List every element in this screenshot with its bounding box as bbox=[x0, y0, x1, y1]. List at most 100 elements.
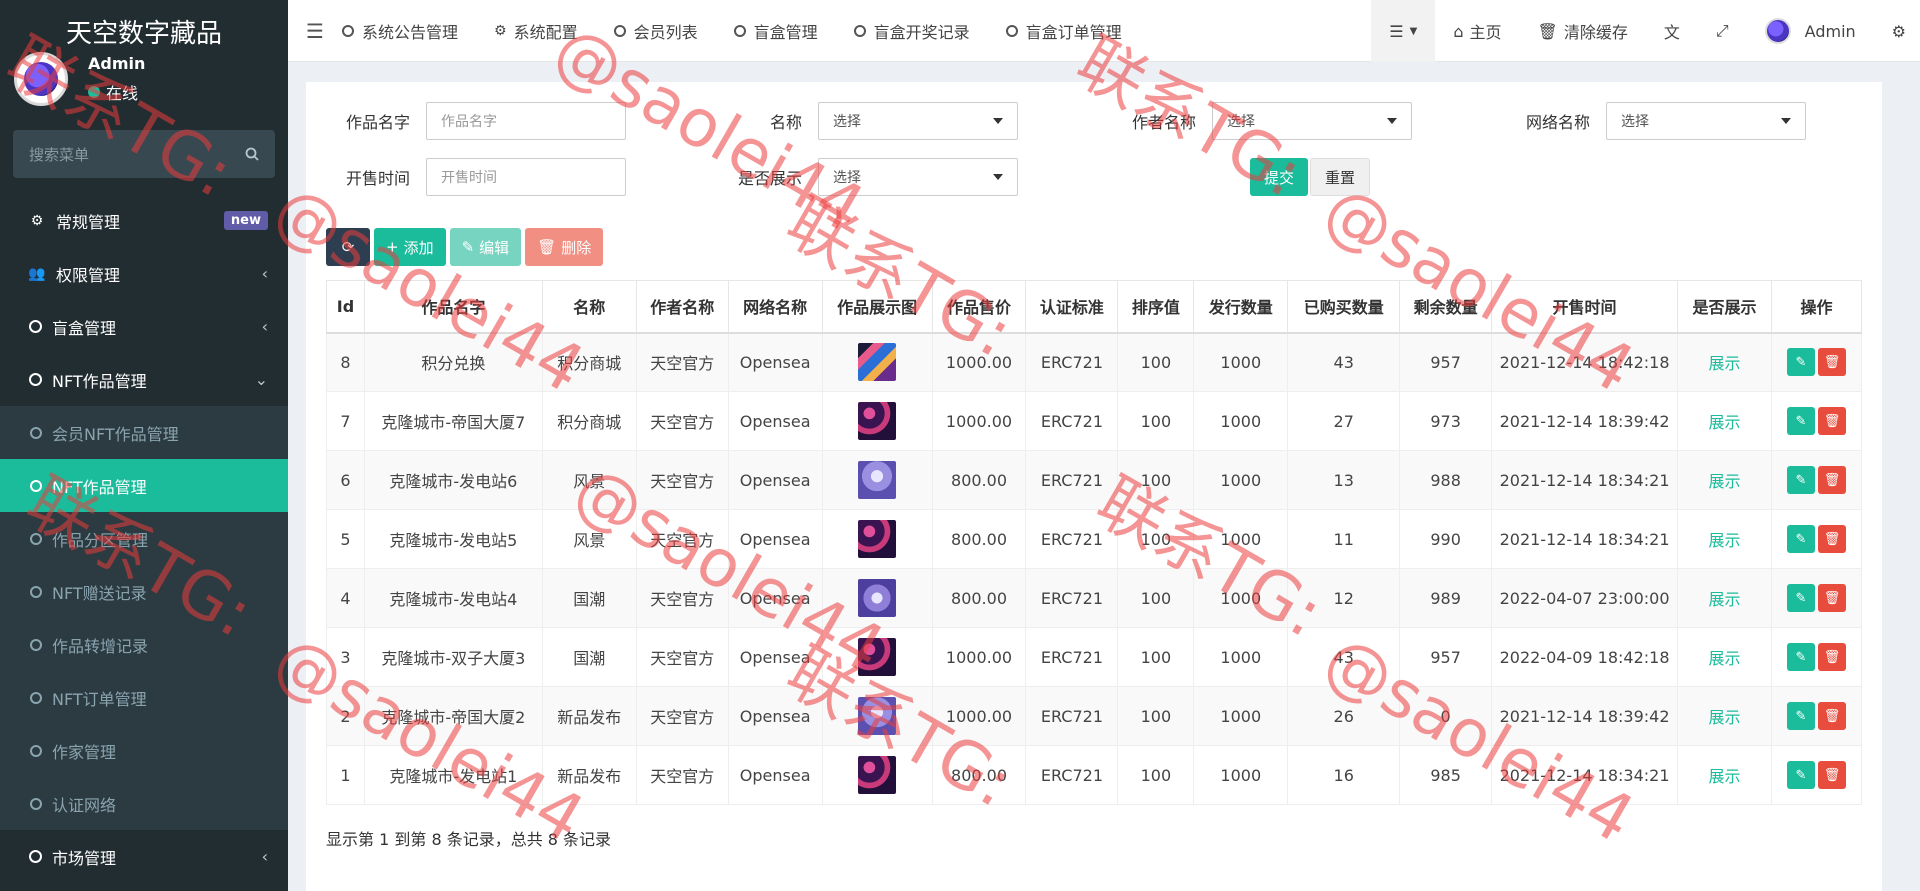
artwork-thumbnail[interactable] bbox=[858, 520, 897, 558]
home-link[interactable]: ⌂ 主页 bbox=[1435, 0, 1519, 62]
row-delete-button[interactable]: 🗑 bbox=[1817, 525, 1846, 553]
row-delete-button[interactable]: 🗑 bbox=[1817, 702, 1846, 730]
table-row[interactable]: 6 克隆城市-发电站6 风景 天空官方 Opensea 800.00 ERC721 100 10… bbox=[326, 450, 1863, 510]
language-button[interactable]: 文 bbox=[1646, 0, 1698, 62]
sidebar-subitem[interactable]: NFT订单管理 bbox=[0, 671, 288, 724]
show-toggle-link[interactable]: 展示 bbox=[1708, 767, 1740, 786]
tab-config[interactable]: ⚙ 系统配置 bbox=[494, 19, 578, 43]
tabs-dropdown-button[interactable]: ☰ ▼ bbox=[1371, 0, 1436, 62]
artwork-thumbnail[interactable] bbox=[858, 697, 897, 735]
row-edit-button[interactable]: ✎ bbox=[1786, 466, 1815, 494]
show-toggle-link[interactable]: 展示 bbox=[1708, 590, 1740, 609]
sidebar-subitem[interactable]: 认证网络 bbox=[0, 777, 288, 830]
table-row[interactable]: 2 克隆城市-帝国大厦2 新品发布 天空官方 Opensea 1000.00 ERC721 1… bbox=[326, 686, 1863, 746]
tab-blindbox-orders[interactable]: 盲盒订单管理 bbox=[1005, 19, 1122, 43]
col-header[interactable]: 开售时间 bbox=[1491, 280, 1679, 334]
artwork-thumbnail[interactable] bbox=[858, 402, 897, 440]
row-edit-button[interactable]: ✎ bbox=[1786, 702, 1815, 730]
col-header[interactable]: Id bbox=[326, 280, 365, 334]
cell-author: 天空官方 bbox=[635, 627, 729, 687]
row-edit-button[interactable]: ✎ bbox=[1786, 525, 1815, 553]
sidebar-search-input[interactable]: 搜索菜单 bbox=[13, 130, 275, 178]
row-delete-button[interactable]: 🗑 bbox=[1817, 407, 1846, 435]
sidebar-item-market[interactable]: 市场管理 ‹ bbox=[0, 830, 288, 883]
table-row[interactable]: 1 克隆城市-发电站1 新品发布 天空官方 Opensea 800.00 ERC721 100… bbox=[326, 745, 1863, 805]
row-edit-button[interactable]: ✎ bbox=[1786, 643, 1815, 671]
edit-button[interactable]: ✎ 编辑 bbox=[449, 228, 522, 266]
sale-time-input[interactable]: 开售时间 bbox=[426, 158, 626, 196]
cell-thumbnail bbox=[821, 568, 933, 628]
table-row[interactable]: 8 积分兑换 积分商城 天空官方 Opensea 1000.00 ERC721 100 1000… bbox=[326, 332, 1863, 392]
col-header[interactable]: 认证标准 bbox=[1025, 280, 1119, 334]
fullscreen-button[interactable]: ⤢ bbox=[1698, 0, 1747, 62]
tab-blindbox[interactable]: 盲盒管理 bbox=[733, 19, 818, 43]
refresh-button[interactable]: ⟳ bbox=[326, 228, 370, 266]
artwork-thumbnail[interactable] bbox=[858, 638, 897, 676]
artwork-thumbnail[interactable] bbox=[858, 579, 897, 617]
col-header[interactable]: 作品售价 bbox=[931, 280, 1027, 334]
col-header[interactable]: 作品名字 bbox=[363, 280, 543, 334]
table-row[interactable]: 5 克隆城市-发电站5 风景 天空官方 Opensea 800.00 ERC721 100 10… bbox=[326, 509, 1863, 569]
network-select[interactable]: 选择 bbox=[1606, 102, 1806, 140]
col-header[interactable]: 网络名称 bbox=[727, 280, 823, 334]
row-edit-button[interactable]: ✎ bbox=[1786, 761, 1815, 789]
submit-button[interactable]: 提交 bbox=[1250, 158, 1309, 196]
row-delete-button[interactable]: 🗑 bbox=[1817, 761, 1846, 789]
row-delete-button[interactable]: 🗑 bbox=[1817, 466, 1846, 494]
col-header[interactable]: 作者名称 bbox=[635, 280, 729, 334]
table-row[interactable]: 7 克隆城市-帝国大厦7 积分商城 天空官方 Opensea 1000.00 ERC721 1… bbox=[326, 391, 1863, 451]
col-header[interactable]: 作品展示图 bbox=[821, 280, 933, 334]
show-toggle-link[interactable]: 展示 bbox=[1708, 531, 1740, 550]
cell-thumbnail bbox=[821, 450, 933, 510]
add-button[interactable]: + 添加 bbox=[374, 228, 446, 266]
clear-cache-button[interactable]: 🗑 清除缓存 bbox=[1520, 0, 1646, 62]
tab-blindbox-draws[interactable]: 盲盒开奖记录 bbox=[853, 19, 970, 43]
col-header[interactable]: 剩余数量 bbox=[1399, 280, 1493, 334]
name-select[interactable]: 选择 bbox=[818, 102, 1018, 140]
show-select[interactable]: 选择 bbox=[818, 158, 1018, 196]
sidebar-subitem[interactable]: 会员NFT作品管理 bbox=[0, 406, 288, 459]
sidebar-subitem[interactable]: 作品转增记录 bbox=[0, 618, 288, 671]
show-toggle-link[interactable]: 展示 bbox=[1708, 649, 1740, 668]
artwork-thumbnail[interactable] bbox=[858, 461, 897, 499]
sidebar-item-permissions[interactable]: 👥 权限管理 ‹ bbox=[0, 247, 288, 300]
col-header[interactable]: 是否展示 bbox=[1677, 280, 1772, 334]
row-delete-button[interactable]: 🗑 bbox=[1817, 584, 1846, 612]
tab-announcements[interactable]: 系统公告管理 bbox=[342, 19, 458, 43]
circle-icon bbox=[613, 24, 626, 37]
admin-menu[interactable]: Admin bbox=[1747, 0, 1874, 62]
artwork-thumbnail[interactable] bbox=[858, 756, 897, 794]
sidebar-subitem[interactable]: 作品分区管理 bbox=[0, 512, 288, 565]
col-header[interactable]: 已购买数量 bbox=[1287, 280, 1401, 334]
sidebar-item-blindbox[interactable]: 盲盒管理 ‹ bbox=[0, 300, 288, 353]
artwork-thumbnail[interactable] bbox=[858, 343, 897, 382]
table-row[interactable]: 3 克隆城市-双子大厦3 国潮 天空官方 Opensea 1000.00 ERC721 100… bbox=[326, 627, 1863, 687]
show-toggle-link[interactable]: 展示 bbox=[1708, 354, 1740, 373]
cell-price: 1000.00 bbox=[931, 332, 1027, 392]
row-edit-button[interactable]: ✎ bbox=[1786, 407, 1815, 435]
row-delete-button[interactable]: 🗑 bbox=[1817, 643, 1846, 671]
filter-row: 作品名字 作品名字 bbox=[326, 102, 626, 140]
work-name-input[interactable]: 作品名字 bbox=[426, 102, 626, 140]
tab-members[interactable]: 会员列表 bbox=[613, 19, 698, 43]
col-header[interactable]: 发行数量 bbox=[1193, 280, 1289, 334]
show-toggle-link[interactable]: 展示 bbox=[1708, 413, 1740, 432]
col-header[interactable]: 名称 bbox=[541, 280, 637, 334]
sidebar-subitem[interactable]: 作家管理 bbox=[0, 724, 288, 777]
row-edit-button[interactable]: ✎ bbox=[1786, 584, 1815, 612]
sidebar-item-general[interactable]: ⚙ 常规管理 new bbox=[0, 194, 288, 247]
row-delete-button[interactable]: 🗑 bbox=[1817, 348, 1846, 377]
author-select[interactable]: 选择 bbox=[1212, 102, 1412, 140]
col-header[interactable]: 排序值 bbox=[1117, 280, 1195, 334]
row-edit-button[interactable]: ✎ bbox=[1786, 348, 1815, 377]
delete-button[interactable]: 🗑 删除 bbox=[525, 228, 604, 266]
settings-button[interactable]: ⚙ bbox=[1874, 0, 1920, 62]
sidebar-subitem-active[interactable]: NFT作品管理 bbox=[0, 459, 288, 512]
show-toggle-link[interactable]: 展示 bbox=[1708, 472, 1740, 491]
sidebar-item-nft[interactable]: NFT作品管理 ⌄ bbox=[0, 353, 288, 406]
show-toggle-link[interactable]: 展示 bbox=[1708, 708, 1740, 727]
menu-toggle-icon[interactable]: ☰ bbox=[288, 19, 342, 43]
table-row[interactable]: 4 克隆城市-发电站4 国潮 天空官方 Opensea 800.00 ERC721 100 10… bbox=[326, 568, 1863, 628]
sidebar-subitem[interactable]: NFT赠送记录 bbox=[0, 565, 288, 618]
reset-button[interactable]: 重置 bbox=[1310, 158, 1371, 196]
